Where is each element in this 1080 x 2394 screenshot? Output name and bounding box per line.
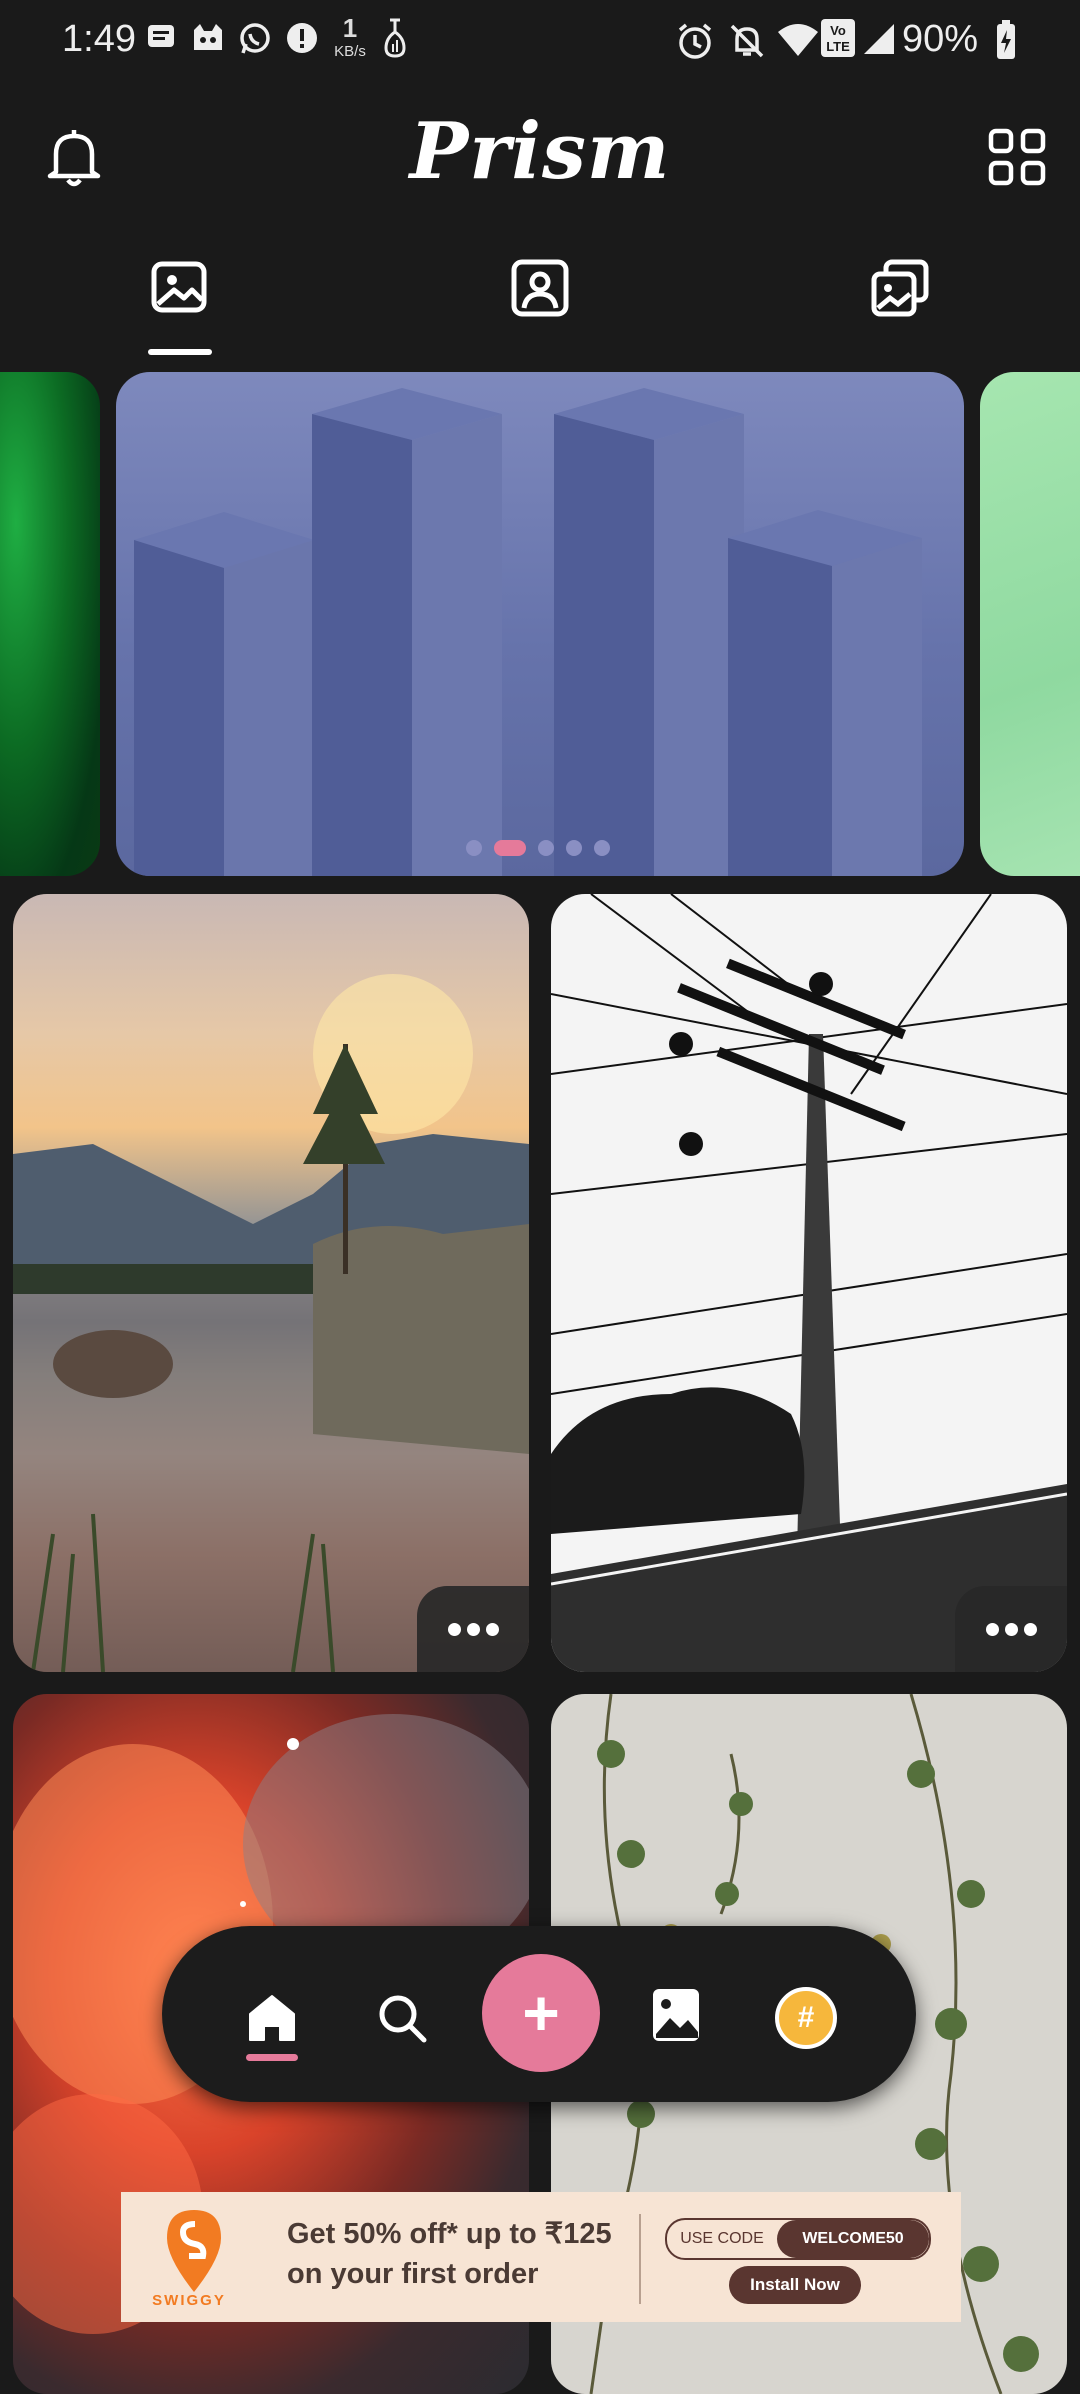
wallpaper-card-pole[interactable] bbox=[551, 894, 1067, 1672]
signal-icon bbox=[864, 24, 894, 54]
mute-icon bbox=[730, 24, 764, 58]
blocks-illustration bbox=[134, 388, 922, 876]
status-time: 1:49 bbox=[62, 18, 136, 60]
cat-icon bbox=[194, 24, 222, 50]
carousel-slide-next[interactable] bbox=[980, 372, 1080, 876]
app-title: Prism bbox=[409, 106, 671, 197]
more-options-button[interactable] bbox=[955, 1586, 1067, 1672]
carousel-dot-active[interactable] bbox=[494, 840, 526, 856]
trending-icon[interactable]: # bbox=[775, 1987, 837, 2049]
ad-banner[interactable]: SWIGGY Get 50% off* up to ₹125 on your f… bbox=[121, 2192, 961, 2322]
whatsapp-icon bbox=[240, 23, 270, 54]
alarm-icon bbox=[678, 23, 712, 59]
ad-headline-line2: on your first order bbox=[287, 2258, 539, 2290]
network-speed: 1 KB/s bbox=[334, 13, 366, 60]
lake-image bbox=[13, 974, 529, 1672]
tab-collections[interactable] bbox=[870, 258, 930, 318]
grid-icon[interactable] bbox=[988, 128, 1046, 186]
data-icon bbox=[384, 18, 406, 58]
tab-active-indicator bbox=[148, 349, 212, 355]
status-bar: 1:49 1 KB/s Vo LTE 90% bbox=[0, 0, 1080, 84]
alert-icon bbox=[287, 23, 317, 53]
ad-headline-line1: Get 50% off* up to ₹125 bbox=[287, 2218, 612, 2250]
swiggy-logo-icon bbox=[167, 2210, 221, 2292]
ad-code-label: USE CODE bbox=[680, 2230, 764, 2247]
svg-text:LTE: LTE bbox=[826, 39, 850, 54]
wifi-icon bbox=[778, 24, 818, 56]
carousel-dot[interactable] bbox=[538, 840, 554, 856]
message-icon bbox=[148, 25, 174, 47]
carousel-dot[interactable] bbox=[566, 840, 582, 856]
ad-code-value: WELCOME50 bbox=[777, 2220, 929, 2258]
ad-headline: Get 50% off* up to ₹125 on your first or… bbox=[287, 2214, 612, 2294]
add-icon: + bbox=[522, 1977, 560, 2049]
pole-image bbox=[551, 894, 1067, 1672]
tab-profiles[interactable] bbox=[510, 258, 570, 318]
search-icon[interactable] bbox=[374, 1990, 430, 2046]
carousel-dot[interactable] bbox=[594, 840, 610, 856]
ad-promo-code: USE CODE WELCOME50 bbox=[665, 2218, 931, 2260]
wallpaper-icon[interactable] bbox=[650, 1986, 702, 2044]
battery-charging-icon bbox=[997, 20, 1015, 59]
carousel-slide-previous[interactable] bbox=[0, 372, 100, 876]
svg-text:Vo: Vo bbox=[830, 23, 846, 38]
more-options-button[interactable] bbox=[417, 1586, 529, 1672]
home-active-indicator bbox=[246, 2054, 298, 2061]
add-button[interactable]: + bbox=[482, 1954, 600, 2072]
ad-install-button[interactable]: Install Now bbox=[729, 2266, 861, 2304]
home-icon[interactable] bbox=[244, 1990, 300, 2046]
carousel-dot[interactable] bbox=[466, 840, 482, 856]
carousel-slide-current[interactable] bbox=[116, 372, 964, 876]
battery-percent: 90% bbox=[902, 18, 979, 60]
tab-wallpapers[interactable] bbox=[150, 258, 210, 318]
volte-icon: VoLTE bbox=[821, 19, 855, 57]
ad-divider bbox=[639, 2214, 641, 2304]
ad-brand: SWIGGY bbox=[152, 2292, 226, 2309]
wallpaper-card-lake[interactable] bbox=[13, 894, 529, 1672]
